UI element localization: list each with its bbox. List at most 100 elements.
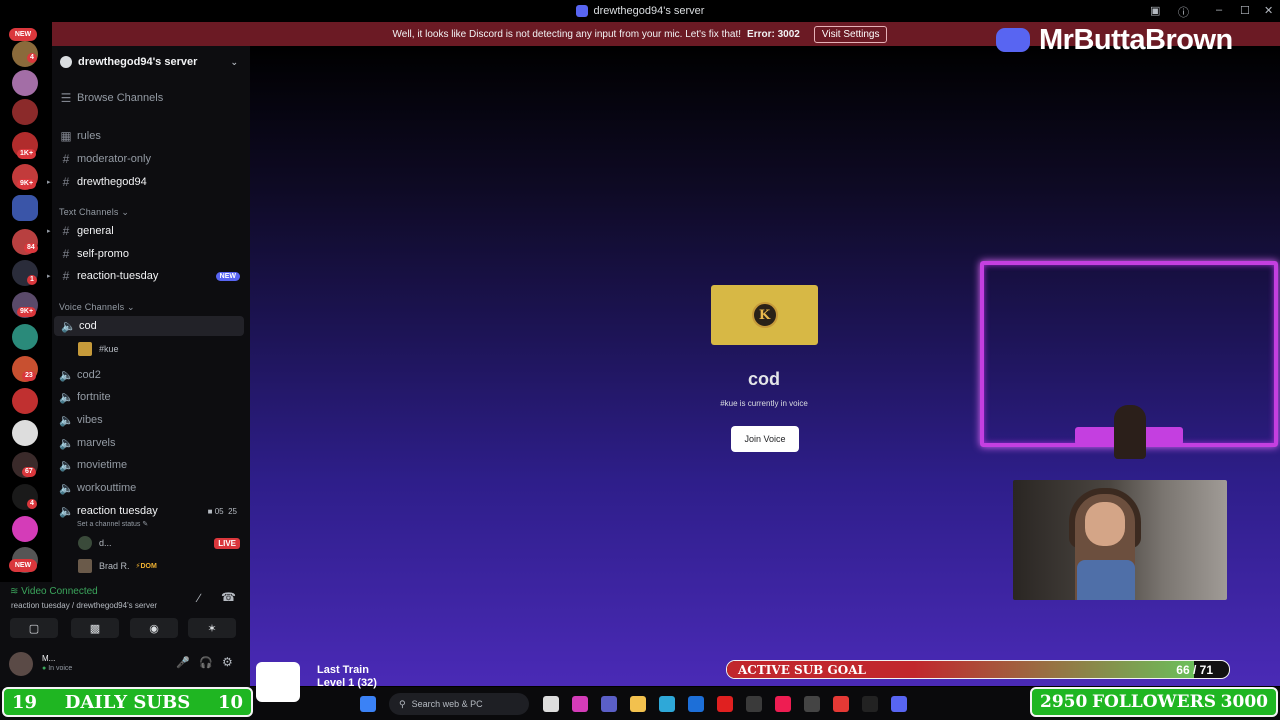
microphone-icon[interactable]: 🎤 bbox=[176, 656, 190, 669]
pencil-icon: ✎ bbox=[142, 521, 149, 528]
channel-general[interactable]: ▸ # general bbox=[47, 221, 250, 241]
server-icon-selected[interactable] bbox=[12, 195, 38, 221]
avatar bbox=[78, 559, 92, 573]
chevron-down-icon: ⌄ bbox=[127, 302, 135, 312]
copilot-icon[interactable] bbox=[572, 696, 588, 712]
unread-marker-icon: ▸ bbox=[47, 179, 51, 186]
speaker-icon: 🔈 bbox=[59, 436, 74, 450]
server-icon[interactable] bbox=[12, 516, 38, 542]
voice-channel-cod[interactable]: 🔈 cod bbox=[54, 316, 244, 336]
capcut-icon[interactable] bbox=[746, 696, 762, 712]
camera-off-button[interactable]: ▢ bbox=[10, 618, 58, 638]
screen-share-button[interactable]: ▩ bbox=[71, 618, 119, 638]
category-voice-channels[interactable]: Voice Channels ⌄ bbox=[59, 302, 135, 313]
user-avatar-k: K bbox=[751, 302, 778, 328]
channel-label: workouttime bbox=[77, 482, 137, 494]
live-badge: LIVE bbox=[214, 537, 240, 549]
soundboard-icon: ✶ bbox=[207, 622, 217, 635]
speaker-icon: 🔈 bbox=[61, 319, 76, 333]
unread-marker-icon: ▸ bbox=[47, 228, 51, 235]
reaction-meta-2: 25 bbox=[228, 506, 237, 516]
file-explorer-icon[interactable] bbox=[630, 696, 646, 712]
speaker-icon: 🔈 bbox=[59, 504, 74, 518]
channel-reaction-tuesday[interactable]: ▸ # reaction-tuesday NEW bbox=[47, 266, 250, 286]
server-icon[interactable] bbox=[12, 420, 38, 446]
voice-channel-cod2[interactable]: 🔈 cod2 bbox=[52, 365, 250, 385]
channel-self-promo[interactable]: # self-promo bbox=[52, 244, 250, 264]
avatar bbox=[78, 342, 92, 356]
channel-label: moderator-only bbox=[77, 153, 151, 165]
teams-icon[interactable] bbox=[601, 696, 617, 712]
server-icon[interactable] bbox=[12, 324, 38, 350]
server-badge: 4 bbox=[27, 499, 37, 509]
disconnect-icon[interactable]: ☎ bbox=[221, 590, 236, 604]
gear-icon[interactable]: ⚙ bbox=[222, 655, 233, 669]
obs-icon[interactable] bbox=[804, 696, 820, 712]
cod-icon[interactable] bbox=[862, 696, 878, 712]
noise-suppression-icon[interactable]: ∕ bbox=[198, 591, 200, 605]
avatar[interactable] bbox=[9, 652, 33, 676]
voice-user-streaming[interactable]: d... LIVE bbox=[78, 536, 248, 550]
browse-channels[interactable]: ☰ Browse Channels bbox=[52, 88, 250, 108]
taskbar-search[interactable]: ⚲ Search web & PC bbox=[389, 693, 529, 715]
screen-icon[interactable]: ▣ bbox=[1150, 4, 1160, 17]
discord-taskbar-icon[interactable] bbox=[891, 696, 907, 712]
soundboard-button[interactable]: ✶ bbox=[188, 618, 236, 638]
channel-rules[interactable]: ▦ rules bbox=[52, 126, 250, 146]
sub-goal-bar: ACTIVE SUB GOAL 66 / 71 bbox=[726, 660, 1230, 679]
voice-user-name: #kue bbox=[99, 344, 119, 354]
voice-location: reaction tuesday / drewthegod94's server bbox=[11, 601, 158, 610]
channel-label: self-promo bbox=[77, 248, 129, 260]
maximize-icon[interactable]: ☐ bbox=[1240, 4, 1250, 17]
channel-label: general bbox=[77, 225, 114, 237]
tiktok-icon[interactable] bbox=[775, 696, 791, 712]
headphones-icon[interactable]: 🎧 bbox=[199, 656, 213, 669]
app-icon[interactable] bbox=[833, 696, 849, 712]
task-view-icon[interactable] bbox=[543, 696, 559, 712]
voice-channel-vibes[interactable]: 🔈 vibes bbox=[52, 410, 250, 430]
category-text-channels[interactable]: Text Channels ⌄ bbox=[59, 207, 129, 218]
dom-tag-label: DOM bbox=[140, 563, 157, 570]
server-icon[interactable] bbox=[12, 99, 38, 125]
close-icon[interactable]: ✕ bbox=[1264, 4, 1273, 17]
voice-channel-movietime[interactable]: 🔈 movietime bbox=[52, 455, 250, 475]
server-badge: 9K+ bbox=[17, 179, 37, 189]
server-rail: NEW 4 1K+ 9K+ 84 1 9K+ 23 67 4 NEW bbox=[0, 22, 52, 582]
minimize-icon[interactable]: – bbox=[1216, 4, 1222, 16]
voice-user-kue[interactable]: #kue bbox=[78, 342, 119, 356]
chevron-down-icon: ⌄ bbox=[230, 56, 238, 67]
server-badge: 67 bbox=[22, 467, 36, 477]
activity-button[interactable]: ◉ bbox=[130, 618, 178, 638]
server-header[interactable]: drewthegod94's server ⌄ bbox=[52, 50, 250, 74]
taskbar: ⚲ Search web & PC bbox=[360, 692, 920, 716]
youtube-icon[interactable] bbox=[717, 696, 733, 712]
server-badge: 4 bbox=[27, 53, 37, 63]
category-label: Voice Channels bbox=[59, 302, 125, 312]
server-badge: 84 bbox=[24, 243, 38, 253]
voice-channel-fortnite[interactable]: 🔈 fortnite bbox=[52, 387, 250, 407]
visit-settings-button[interactable]: Visit Settings bbox=[813, 25, 888, 43]
voice-user-brad[interactable]: Brad R. ⚡DOM ■ bbox=[78, 559, 262, 573]
voice-channel-workouttime[interactable]: 🔈 workouttime bbox=[52, 478, 250, 498]
followers-right: 3000 bbox=[1220, 692, 1268, 712]
windows-start-icon[interactable] bbox=[360, 696, 376, 712]
channel-drewthegod94[interactable]: ▸ # drewthegod94 bbox=[47, 172, 250, 192]
voice-channel-reaction-tuesday[interactable]: 🔈 reaction tuesday ■ 05 25 bbox=[52, 501, 250, 521]
store-icon[interactable] bbox=[688, 696, 704, 712]
channel-label: movietime bbox=[77, 459, 128, 471]
help-icon[interactable]: ⓘ bbox=[1178, 4, 1189, 20]
join-voice-button[interactable]: Join Voice bbox=[731, 426, 799, 452]
server-icon[interactable] bbox=[12, 70, 38, 96]
channel-moderator-only[interactable]: # moderator-only bbox=[52, 149, 250, 169]
speaker-icon: 🔈 bbox=[59, 458, 74, 472]
notice-message: Well, it looks like Discord is not detec… bbox=[392, 28, 742, 40]
server-icon[interactable] bbox=[12, 388, 38, 414]
sub-goal-count: 66 / 71 bbox=[1176, 663, 1213, 677]
set-channel-status[interactable]: Set a channel status ✎ bbox=[77, 520, 148, 528]
voice-channel-marvels[interactable]: 🔈 marvels bbox=[52, 433, 250, 453]
voice-status-label: Video Connected bbox=[21, 586, 98, 597]
music-art bbox=[256, 662, 300, 702]
followers-box: 2950 FOLLOWERS 3000 bbox=[1030, 687, 1278, 717]
video-icon: ■ bbox=[207, 506, 213, 516]
edge-icon[interactable] bbox=[659, 696, 675, 712]
